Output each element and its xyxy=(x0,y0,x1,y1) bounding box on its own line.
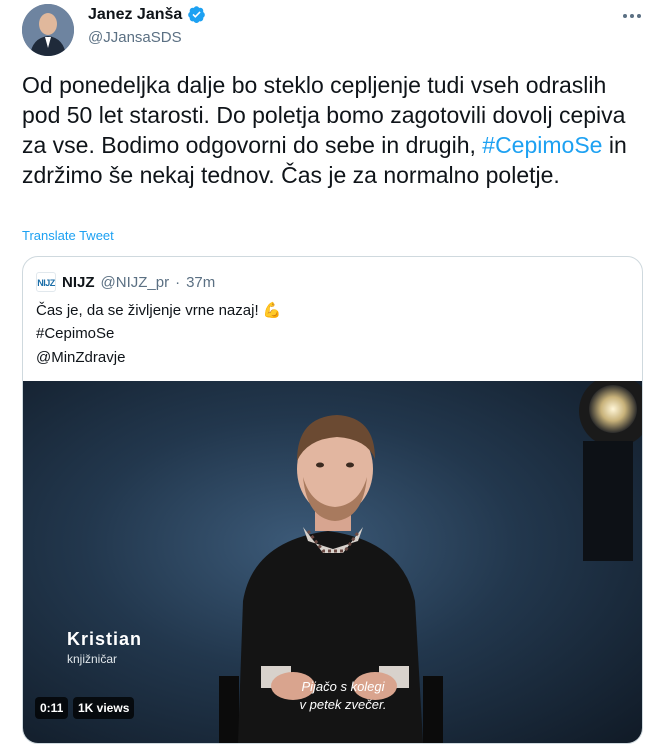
author-name[interactable]: Janez Janša xyxy=(88,5,206,24)
quoted-author-name[interactable]: NIJZ xyxy=(62,274,95,291)
quoted-tweet[interactable]: NIJZ NIJZ @NIJZ_pr · 37m Čas je, da se ž… xyxy=(22,256,643,744)
quoted-hashtag[interactable]: #CepimoSe xyxy=(36,325,114,342)
video-caption-role: knjižničar xyxy=(67,652,118,666)
quoted-author-handle[interactable]: @NIJZ_pr xyxy=(101,274,170,291)
quoted-text-line1: Čas je, da se življenje vrne nazaj! 💪 xyxy=(36,302,282,319)
video-views-badge: 1K views xyxy=(73,697,135,719)
subtitle-line2: v petek zvečer. xyxy=(299,697,387,712)
separator-dot: · xyxy=(175,273,181,291)
nijz-logo: NIJZ xyxy=(36,272,56,292)
verified-badge-icon xyxy=(187,5,206,24)
hashtag-link[interactable]: #CepimoSe xyxy=(482,132,602,158)
quoted-tweet-time[interactable]: 37m xyxy=(186,274,215,291)
video-caption-name: Kristian xyxy=(67,629,143,649)
more-options-icon[interactable] xyxy=(617,4,647,28)
author-avatar[interactable] xyxy=(22,4,74,56)
tweet: Janez Janša @JJansaSDS Od ponedeljka dal… xyxy=(0,0,665,752)
video-duration-badge: 0:11 xyxy=(35,697,69,719)
video-player[interactable]: Kristian knjižničar Pijačo s kolegi v pe… xyxy=(23,381,642,743)
translate-tweet-link[interactable]: Translate Tweet xyxy=(22,228,114,243)
subtitle-line1: Pijačo s kolegi xyxy=(301,679,385,694)
quoted-tweet-header: NIJZ NIJZ @NIJZ_pr · 37m xyxy=(36,271,215,293)
tweet-text: Od ponedeljka dalje bo steklo cepljenje … xyxy=(22,70,642,190)
author-name-text: Janez Janša xyxy=(88,5,183,23)
avatar-image xyxy=(22,4,74,56)
video-subtitle: Pijačo s kolegi v petek zvečer. xyxy=(263,678,423,714)
author-handle[interactable]: @JJansaSDS xyxy=(88,29,182,46)
quoted-mention[interactable]: @MinZdravje xyxy=(36,349,125,366)
